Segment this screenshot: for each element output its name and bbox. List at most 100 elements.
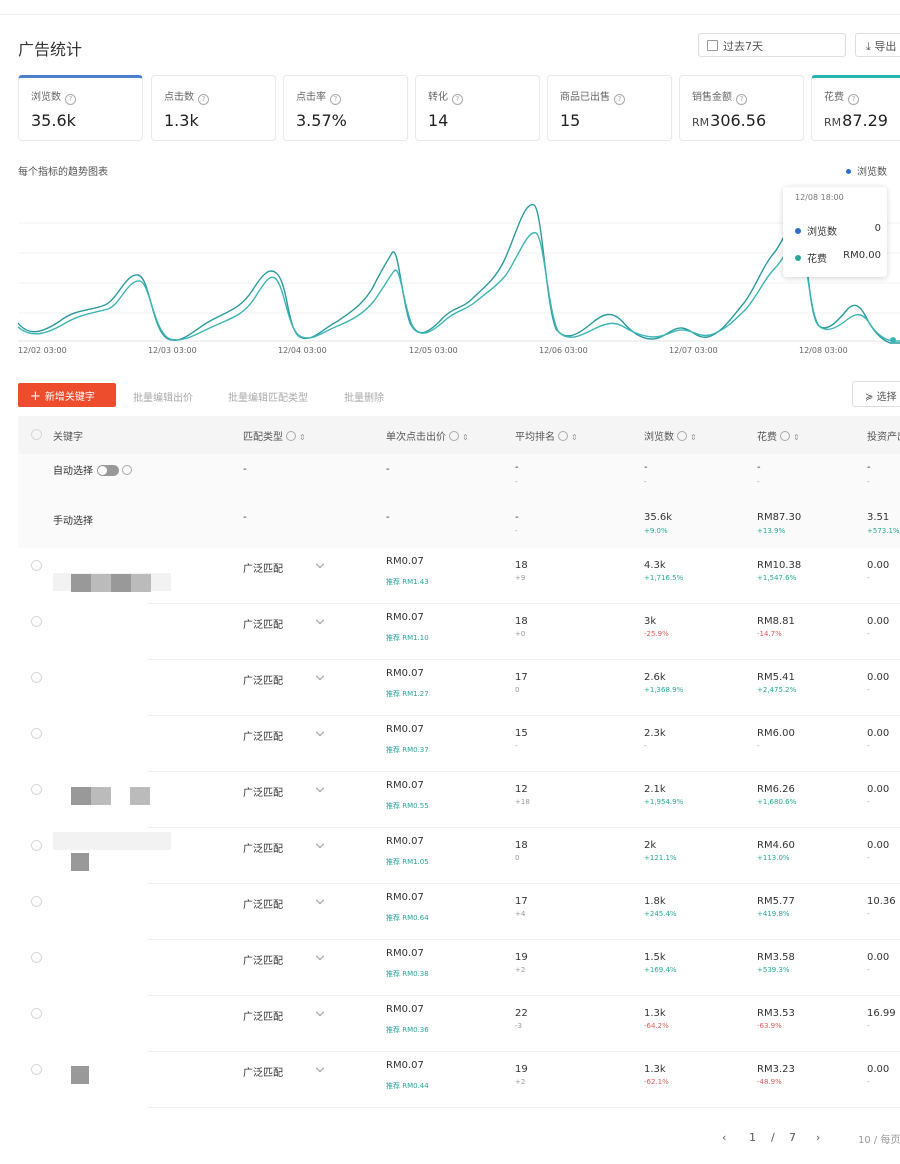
- avg-rank: 18: [515, 616, 528, 627]
- suggested-bid[interactable]: 推荐 RM0.55: [386, 801, 429, 811]
- row-checkbox[interactable]: [31, 672, 42, 683]
- metric-card-spend[interactable]: 花费? RM87.29: [811, 75, 900, 141]
- match-type-select[interactable]: 广泛匹配: [243, 840, 283, 855]
- bid-value[interactable]: RM0.07: [386, 836, 424, 847]
- hover-point: [890, 337, 896, 343]
- calendar-icon: [707, 40, 718, 51]
- match-type-select[interactable]: 广泛匹配: [243, 1008, 283, 1023]
- match-type-select[interactable]: 广泛匹配: [243, 952, 283, 967]
- col-bid[interactable]: 单次点击出价 ⇕: [386, 428, 469, 443]
- export-button[interactable]: ⤓ 导出: [855, 33, 900, 57]
- help-icon: ?: [330, 94, 341, 105]
- col-views[interactable]: 浏览数 ⇕: [644, 428, 697, 443]
- row-checkbox[interactable]: [31, 1008, 42, 1019]
- metric-card-ctr[interactable]: 点击率? 3.57%: [283, 75, 408, 141]
- bid-value[interactable]: RM0.07: [386, 892, 424, 903]
- bid-value[interactable]: RM0.07: [386, 724, 424, 735]
- suggested-bid[interactable]: 推荐 RM0.64: [386, 913, 429, 923]
- help-icon: [558, 431, 568, 441]
- help-icon: [449, 431, 459, 441]
- suggested-bid[interactable]: 推荐 RM0.44: [386, 1081, 429, 1091]
- row-checkbox[interactable]: [31, 616, 42, 627]
- x-tick-label: 12/07 03:00: [669, 346, 718, 355]
- row-checkbox[interactable]: [31, 784, 42, 795]
- metric-card-clicks[interactable]: 点击数? 1.3k: [151, 75, 276, 141]
- match-type-select[interactable]: 广泛匹配: [243, 560, 283, 575]
- trend-chart[interactable]: 12/02 03:00 12/03 03:00 12/04 03:00 12/0…: [0, 183, 900, 363]
- bid-value[interactable]: RM0.07: [386, 780, 424, 791]
- keyword-blurred: [111, 574, 131, 592]
- match-type-select[interactable]: 广泛匹配: [243, 672, 283, 687]
- row-checkbox[interactable]: [31, 896, 42, 907]
- chart-legend[interactable]: 浏览数: [846, 163, 887, 178]
- roi-change: -: [867, 686, 870, 694]
- suggested-bid[interactable]: 推荐 RM1.27: [386, 689, 429, 699]
- roi-change: -: [867, 798, 870, 806]
- auto-select-toggle[interactable]: [97, 465, 119, 476]
- help-icon: ?: [65, 94, 76, 105]
- row-checkbox[interactable]: [31, 560, 42, 571]
- suggested-bid[interactable]: 推荐 RM1.05: [386, 857, 429, 867]
- suggested-bid[interactable]: 推荐 RM1.10: [386, 633, 429, 643]
- bid-value[interactable]: RM0.07: [386, 668, 424, 679]
- x-axis-labels: 12/02 03:00 12/03 03:00 12/04 03:00 12/0…: [18, 346, 848, 355]
- next-page-button[interactable]: ›: [816, 1131, 820, 1144]
- download-icon: ⤓: [866, 40, 871, 53]
- spend-value: RM8.81: [757, 616, 795, 627]
- avg-rank: 19: [515, 1064, 528, 1075]
- metric-value: 15: [560, 111, 581, 130]
- col-spend[interactable]: 花费 ⇕: [757, 428, 800, 443]
- bid-value[interactable]: RM0.07: [386, 948, 424, 959]
- metric-card-conversions[interactable]: 转化? 14: [415, 75, 540, 141]
- keyword-blurred: [71, 853, 89, 871]
- suggested-bid[interactable]: 推荐 RM0.37: [386, 745, 429, 755]
- match-type-select[interactable]: 广泛匹配: [243, 896, 283, 911]
- bulk-delete-button[interactable]: 批量删除: [344, 389, 384, 404]
- bid-value[interactable]: RM0.07: [386, 612, 424, 623]
- col-avg-rank[interactable]: 平均排名 ⇕: [515, 428, 578, 443]
- help-icon: ?: [198, 94, 209, 105]
- date-range-picker[interactable]: 过去7天: [698, 33, 846, 57]
- views-value: 2.6k: [644, 672, 666, 683]
- add-keyword-button[interactable]: + 新增关键字: [18, 383, 116, 407]
- suggested-bid[interactable]: 推荐 RM0.36: [386, 1025, 429, 1035]
- prev-page-button[interactable]: ‹: [722, 1131, 726, 1144]
- match-type-select[interactable]: 广泛匹配: [243, 1064, 283, 1079]
- avg-rank: 19: [515, 952, 528, 963]
- bid-value[interactable]: RM0.07: [386, 556, 424, 567]
- row-checkbox[interactable]: [31, 728, 42, 739]
- row-checkbox[interactable]: [31, 1064, 42, 1075]
- bid-value[interactable]: RM0.07: [386, 1060, 424, 1071]
- select-all-checkbox[interactable]: [31, 429, 42, 440]
- avg-rank: 17: [515, 672, 528, 683]
- x-tick-label: 12/08 03:00: [799, 346, 848, 355]
- roi-change: -: [867, 966, 870, 974]
- col-roi[interactable]: 投资产出比: [867, 428, 900, 443]
- avg-rank-change: +2: [515, 966, 526, 974]
- bulk-edit-match-button[interactable]: 批量编辑匹配类型: [228, 389, 308, 404]
- roi-change: -: [867, 574, 870, 582]
- metric-card-sales[interactable]: 销售金额? RM306.56: [679, 75, 804, 141]
- metric-card-items-sold[interactable]: 商品已出售? 15: [547, 75, 672, 141]
- avg-rank: 15: [515, 728, 528, 739]
- chevron-down-icon: [315, 951, 325, 961]
- match-type-select[interactable]: 广泛匹配: [243, 728, 283, 743]
- spend-value: RM10.38: [757, 560, 802, 571]
- metric-card-views[interactable]: 浏览数? 35.6k: [18, 75, 143, 141]
- col-match-type[interactable]: 匹配类型 ⇕: [243, 428, 306, 443]
- views-change: +245.4%: [644, 910, 677, 918]
- column-select-button[interactable]: ≽ 选择: [852, 381, 900, 407]
- bid-value[interactable]: RM0.07: [386, 1004, 424, 1015]
- suggested-bid[interactable]: 推荐 RM0.38: [386, 969, 429, 979]
- row-checkbox[interactable]: [31, 840, 42, 851]
- match-type-select[interactable]: 广泛匹配: [243, 784, 283, 799]
- match-type-select[interactable]: 广泛匹配: [243, 616, 283, 631]
- keyword-blurred: [71, 574, 91, 592]
- table-row: 广泛匹配 RM0.07 推荐 RM0.38 19 +2 1.5k +169.4% RM3.58…: [18, 940, 900, 996]
- roi-change: -: [867, 1022, 870, 1030]
- bulk-edit-bid-button[interactable]: 批量编辑出价: [133, 389, 193, 404]
- filter-icon: ≽: [865, 392, 874, 403]
- page-size-select[interactable]: 10 / 每页: [858, 1131, 900, 1146]
- suggested-bid[interactable]: 推荐 RM1.43: [386, 577, 429, 587]
- row-checkbox[interactable]: [31, 952, 42, 963]
